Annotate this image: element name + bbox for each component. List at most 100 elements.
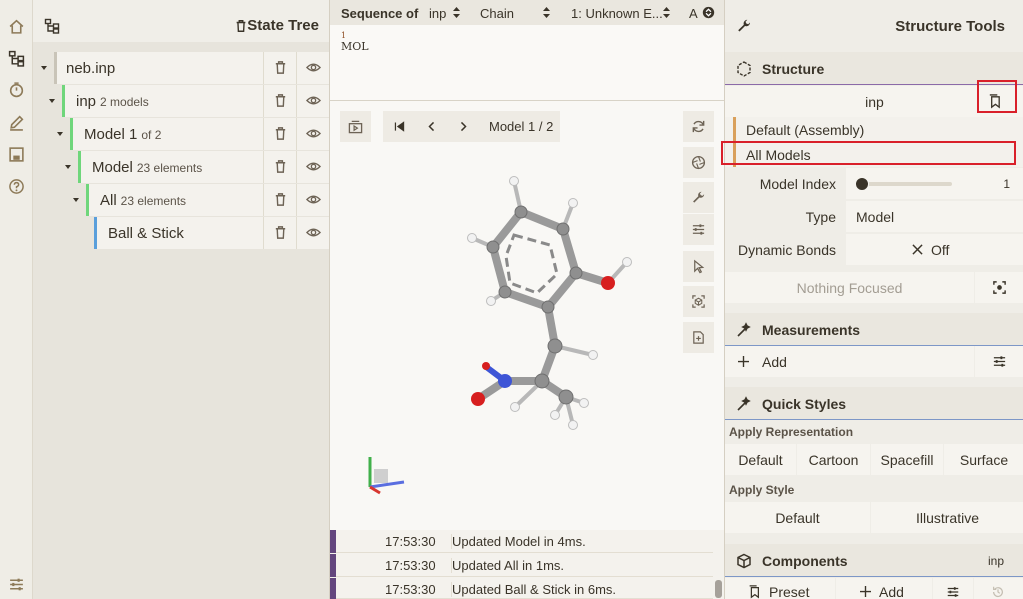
- state-tree-panel: State Tree neb.inp inp 2 models Model 1 of…: [33, 0, 329, 599]
- tree-icon[interactable]: [44, 18, 60, 34]
- preset-button[interactable]: Preset: [725, 578, 835, 599]
- all-models-option[interactable]: All Models: [725, 142, 1023, 167]
- delete-button[interactable]: [263, 217, 296, 249]
- tree-node-label: neb.inp: [66, 60, 116, 77]
- tree-node-neb-inp[interactable]: neb.inp: [54, 52, 263, 84]
- measurements-section-header[interactable]: Measurements: [725, 313, 1023, 346]
- delete-button[interactable]: [263, 184, 296, 216]
- trash-icon[interactable]: [234, 19, 248, 33]
- delete-button[interactable]: [263, 151, 296, 183]
- export-button[interactable]: [683, 322, 714, 353]
- rep-default-button[interactable]: Default: [725, 444, 796, 475]
- timer-icon[interactable]: [8, 81, 25, 98]
- measurement-options-button[interactable]: [975, 346, 1023, 377]
- tree-node-ball-and-stick[interactable]: Ball & Stick: [94, 217, 263, 249]
- tree-node-all[interactable]: All 23 elements: [86, 184, 263, 216]
- add-component-button[interactable]: Add: [836, 578, 932, 599]
- residue[interactable]: MOL: [341, 40, 369, 53]
- quick-styles-section-header[interactable]: Quick Styles: [725, 387, 1023, 420]
- rep-surface-button[interactable]: Surface: [944, 444, 1023, 475]
- tree-node-label: Ball & Stick: [108, 225, 184, 242]
- cube-icon: [737, 553, 751, 569]
- delete-button[interactable]: [263, 85, 296, 117]
- structure-select[interactable]: inp: [429, 6, 446, 21]
- toggle-controls-button[interactable]: [340, 111, 371, 142]
- tree-node-model[interactable]: Model 23 elements: [78, 151, 263, 183]
- close-icon: [912, 244, 923, 255]
- entity-select[interactable]: 1: Unknown E...: [571, 6, 663, 21]
- visibility-button[interactable]: [296, 85, 329, 117]
- log-entry: 17:53:30 Updated Ball & Stick in 6ms.: [330, 578, 713, 599]
- dynamic-bonds-toggle[interactable]: Off: [846, 234, 1023, 265]
- tree-node-label: inp: [76, 93, 97, 110]
- sequence-toolbar: Sequence of inp Chain 1: Unknown E... A: [330, 0, 725, 25]
- 3d-viewport[interactable]: Model 1 / 2: [329, 100, 724, 530]
- axes-gizmo: [368, 457, 405, 495]
- undo-button[interactable]: [974, 578, 1023, 599]
- home-icon[interactable]: [8, 18, 25, 35]
- collapse-caret[interactable]: [49, 99, 55, 103]
- focus-target-icon: [993, 281, 1006, 294]
- residue-number: 1: [341, 31, 347, 40]
- model-counter: Model 1 / 2: [489, 119, 554, 134]
- first-model-button[interactable]: [393, 120, 406, 133]
- model-index-slider[interactable]: 1: [846, 168, 1023, 199]
- structure-section-header[interactable]: Structure: [725, 52, 1023, 85]
- help-icon[interactable]: [8, 178, 25, 195]
- tree-node-inp[interactable]: inp 2 models: [62, 85, 263, 117]
- visibility-button[interactable]: [296, 217, 329, 249]
- delete-button[interactable]: [263, 118, 296, 150]
- settings-sliders-icon: [947, 587, 959, 597]
- structure-select[interactable]: inp: [725, 86, 1023, 117]
- focus-button[interactable]: [975, 272, 1023, 303]
- selection-mode-button[interactable]: [683, 251, 714, 282]
- apply-style-header: Apply Style: [729, 483, 795, 497]
- style-default-button[interactable]: Default: [725, 502, 870, 533]
- select-arrows-icon: [543, 7, 550, 18]
- model-navigator: Model 1 / 2: [383, 111, 560, 142]
- wrench-icon[interactable]: [683, 182, 714, 213]
- components-section-header[interactable]: Components inp: [725, 544, 1023, 577]
- collapse-caret[interactable]: [73, 198, 79, 202]
- magic-wand-icon: [737, 322, 751, 337]
- type-select[interactable]: Model: [846, 201, 1023, 232]
- structure-tools-panel: Structure Tools Structure inp Default (A…: [721, 0, 1023, 599]
- assembly-option[interactable]: Default (Assembly): [725, 117, 1023, 142]
- log-scrollbar[interactable]: [715, 580, 722, 598]
- bookmark-icon[interactable]: [987, 94, 1002, 109]
- reset-camera-button[interactable]: [683, 111, 714, 142]
- tree-node-sub: 2 models: [100, 95, 149, 109]
- ar-mode-button[interactable]: [683, 286, 714, 317]
- save-icon[interactable]: [8, 146, 25, 163]
- add-measurement-button[interactable]: Add: [725, 346, 974, 377]
- pen-icon[interactable]: [8, 114, 25, 131]
- tree-node-sub: 23 elements: [120, 194, 187, 208]
- tree-icon[interactable]: [8, 50, 25, 67]
- rep-spacefill-button[interactable]: Spacefill: [871, 444, 943, 475]
- tree-node-model-1[interactable]: Model 1 of 2: [70, 118, 263, 150]
- tree-node-sub: 23 elements: [136, 161, 203, 175]
- screenshot-button[interactable]: [683, 147, 714, 178]
- collapse-caret[interactable]: [57, 132, 63, 136]
- visibility-button[interactable]: [296, 52, 329, 84]
- collapse-caret[interactable]: [65, 165, 71, 169]
- chain-letter[interactable]: A: [689, 6, 698, 21]
- chain-select-icon[interactable]: [702, 6, 715, 19]
- settings-sliders-icon[interactable]: [683, 214, 714, 245]
- delete-button[interactable]: [263, 52, 296, 84]
- next-model-button[interactable]: [457, 120, 470, 133]
- style-illustrative-button[interactable]: Illustrative: [871, 502, 1023, 533]
- slider-handle[interactable]: [855, 177, 869, 191]
- molecule-render[interactable]: [430, 161, 650, 441]
- type-label-cell: Type: [725, 201, 846, 232]
- settings-sliders-icon[interactable]: [8, 576, 25, 593]
- component-options-button[interactable]: [933, 578, 973, 599]
- visibility-button[interactable]: [296, 184, 329, 216]
- visibility-button[interactable]: [296, 151, 329, 183]
- collapse-caret[interactable]: [41, 66, 47, 70]
- previous-model-button[interactable]: [425, 120, 438, 133]
- rep-cartoon-button[interactable]: Cartoon: [797, 444, 870, 475]
- mode-select[interactable]: Chain: [480, 6, 514, 21]
- visibility-button[interactable]: [296, 118, 329, 150]
- left-icon-rail: [0, 0, 33, 599]
